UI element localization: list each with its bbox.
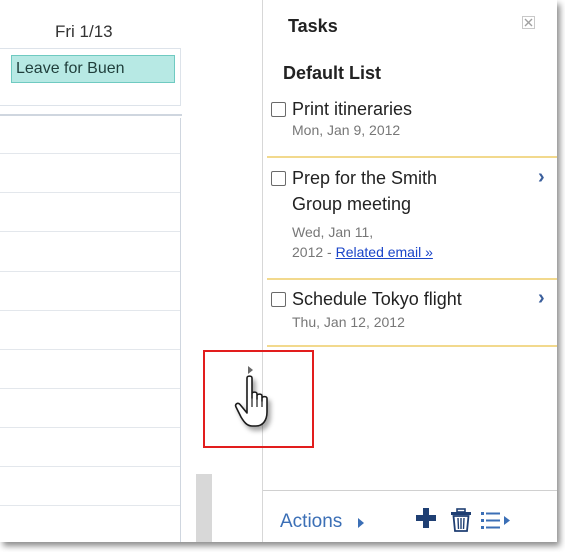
grid-line	[0, 505, 180, 506]
calendar-scrollbar[interactable]	[196, 474, 212, 542]
close-icon	[524, 18, 533, 27]
chevron-right-icon[interactable]: ›	[538, 287, 545, 310]
grid-line	[0, 349, 180, 350]
actions-menu-button[interactable]: Actions	[280, 511, 342, 533]
task-due-date-year: 2012 -	[292, 244, 332, 260]
day-header[interactable]: Fri 1/13	[55, 22, 113, 42]
task-title-line1[interactable]: Prep for the Smith	[292, 166, 437, 190]
task-item[interactable]: Print itineraries Mon, Jan 9, 2012	[267, 97, 557, 155]
chevron-right-icon[interactable]: ›	[538, 166, 545, 189]
grid-line	[0, 310, 180, 311]
grid-line	[0, 153, 180, 154]
tasks-panel: Tasks Default List Print itineraries Mon…	[263, 0, 557, 542]
task-checkbox[interactable]	[271, 292, 286, 307]
trash-icon[interactable]	[450, 508, 472, 532]
grid-line	[0, 192, 180, 193]
task-checkbox[interactable]	[271, 171, 286, 186]
task-list-name[interactable]: Default List	[283, 63, 381, 84]
app-frame: Fri 1/13 Leave for Buen Tasks Default Li…	[0, 0, 557, 542]
actions-arrow-icon[interactable]	[358, 518, 364, 528]
grid-line	[0, 231, 180, 232]
grid-line	[0, 388, 180, 389]
task-due-date: Mon, Jan 9, 2012	[292, 122, 401, 138]
task-separator	[267, 278, 557, 280]
task-item[interactable]: Schedule Tokyo flight Thu, Jan 12, 2012 …	[267, 287, 557, 345]
time-grid[interactable]	[0, 118, 181, 542]
calendar-day-column: Fri 1/13 Leave for Buen	[0, 0, 196, 542]
task-title-line2[interactable]: Group meeting	[292, 192, 411, 216]
task-due-date-line2: 2012 - Related email »	[292, 243, 433, 261]
task-due-date-line1: Wed, Jan 11,	[292, 224, 374, 240]
related-email-link[interactable]: Related email »	[336, 244, 433, 260]
task-separator	[267, 156, 557, 158]
task-title[interactable]: Schedule Tokyo flight	[292, 287, 462, 311]
calendar-event[interactable]: Leave for Buen	[11, 55, 175, 83]
task-item[interactable]: Prep for the Smith Group meeting Wed, Ja…	[267, 166, 557, 278]
grid-line	[0, 466, 180, 467]
grid-line	[0, 271, 180, 272]
task-checkbox[interactable]	[271, 102, 286, 117]
task-title[interactable]: Print itineraries	[292, 97, 412, 121]
grid-line	[0, 427, 180, 428]
grid-top-divider	[0, 114, 182, 116]
task-separator	[267, 345, 557, 347]
list-options-icon[interactable]	[481, 510, 513, 530]
toolbar-divider	[263, 490, 557, 491]
add-icon[interactable]	[415, 507, 437, 529]
task-due-date: Thu, Jan 12, 2012	[292, 314, 405, 330]
close-button[interactable]	[522, 16, 535, 29]
tasks-title: Tasks	[288, 16, 338, 36]
